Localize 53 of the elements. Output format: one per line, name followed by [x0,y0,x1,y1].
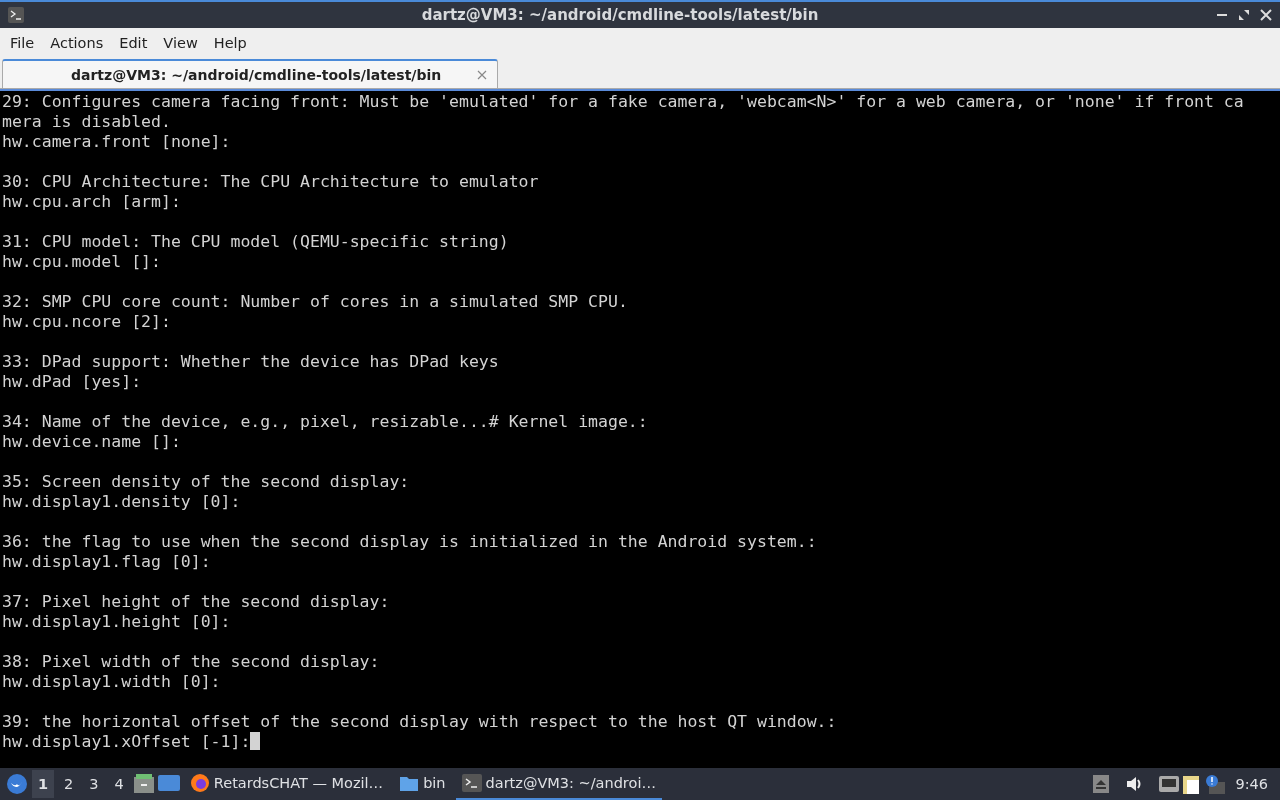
terminal-line: 37: Pixel height of the second display: [2,592,390,611]
browser-icon [189,773,210,793]
terminal-line: 31: CPU model: The CPU model (QEMU-specific string) [2,232,509,251]
window-title: dartz@VM3: ~/android/cmdline-tools/latest/bin [420,6,820,24]
workspace-button[interactable]: 2 [58,770,80,798]
terminal-tab[interactable]: dartz@VM3: ~/android/cmdline-tools/latest/bin [2,59,498,88]
task-label: bin [423,775,446,791]
workspace-button[interactable]: 3 [83,770,105,798]
terminal-line: 33: DPad support: Whether the device has DPad keys [2,352,499,371]
task-label: dartz@VM3: ~/androi… [485,775,656,791]
menu-item[interactable]: File [2,35,43,51]
menu-item[interactable]: Help [205,35,255,51]
terminal-line: 38: Pixel width of the second display: [2,652,380,671]
terminal-line: hw.display1.density [0]: [2,492,241,511]
terminal-line: mera is disabled. [2,112,171,131]
menu-item[interactable]: View [155,35,206,51]
terminal-line: hw.display1.xOffset [-1]: [2,732,251,751]
terminal-line: 32: SMP CPU core count: Number of cores in a simulated SMP CPU. [2,292,628,311]
terminal-line: 34: Name of the device, e.g., pixel, resizable...# Kernel image.: [2,412,648,431]
desktop-icon[interactable] [157,775,180,793]
terminal-line: hw.cpu.arch [arm]: [2,192,181,211]
terminal-line: hw.device.name []: [2,432,181,451]
terminal-line: 39: the horizontal offset of the second display with respect to the host QT window.: [2,712,837,731]
terminal-line: hw.cpu.ncore [2]: [2,312,171,331]
terminal-line: hw.camera.front [none]: [2,132,231,151]
terminal-line: hw.display1.width [0]: [2,672,221,691]
clock: 9:46 [1234,776,1269,792]
menu-item[interactable]: Edit [111,35,156,51]
terminal-icon [8,7,24,23]
terminal-line: hw.dPad [yes]: [2,372,142,391]
file-cabinet-icon[interactable] [133,774,154,794]
terminal-line: hw.display1.flag [0]: [2,552,211,571]
taskbar-task[interactable]: bin [393,768,452,800]
notification-icon[interactable] [1205,774,1226,794]
folder-icon [399,774,420,792]
tab-label: dartz@VM3: ~/android/cmdline-tools/latest/bin [71,66,443,83]
terminal-icon [461,774,482,792]
workspace-button[interactable]: 1 [32,770,55,798]
network-icon[interactable] [1159,776,1180,792]
terminal-line: hw.cpu.model []: [2,252,161,271]
taskbar-task[interactable]: RetardsCHAT — Mozil… [183,768,390,800]
workspace-button[interactable]: 4 [108,770,130,798]
terminal-line: 30: CPU Architecture: The CPU Architecture to emulator [2,172,539,191]
taskbar-task[interactable]: dartz@VM3: ~/androi… [455,768,662,800]
clipboard-icon[interactable] [1183,774,1202,794]
terminal-line: 29: Configures camera facing front: Must be 'emulated' for a fake camera, 'webcam<N>' for a web camera, or 'none' if front ca [2,92,1244,111]
task-label: RetardsCHAT — Mozil… [213,775,384,791]
eject-icon[interactable] [1093,775,1110,793]
terminal-line: hw.display1.height [0]: [2,612,231,631]
maximize-icon[interactable] [1238,9,1250,21]
menu-item[interactable]: Actions [42,35,112,51]
terminal-line: 36: the flag to use when the second display is initialized in the Android system.: [2,532,817,551]
terminal-line: 35: Screen density of the second display: [2,472,410,491]
